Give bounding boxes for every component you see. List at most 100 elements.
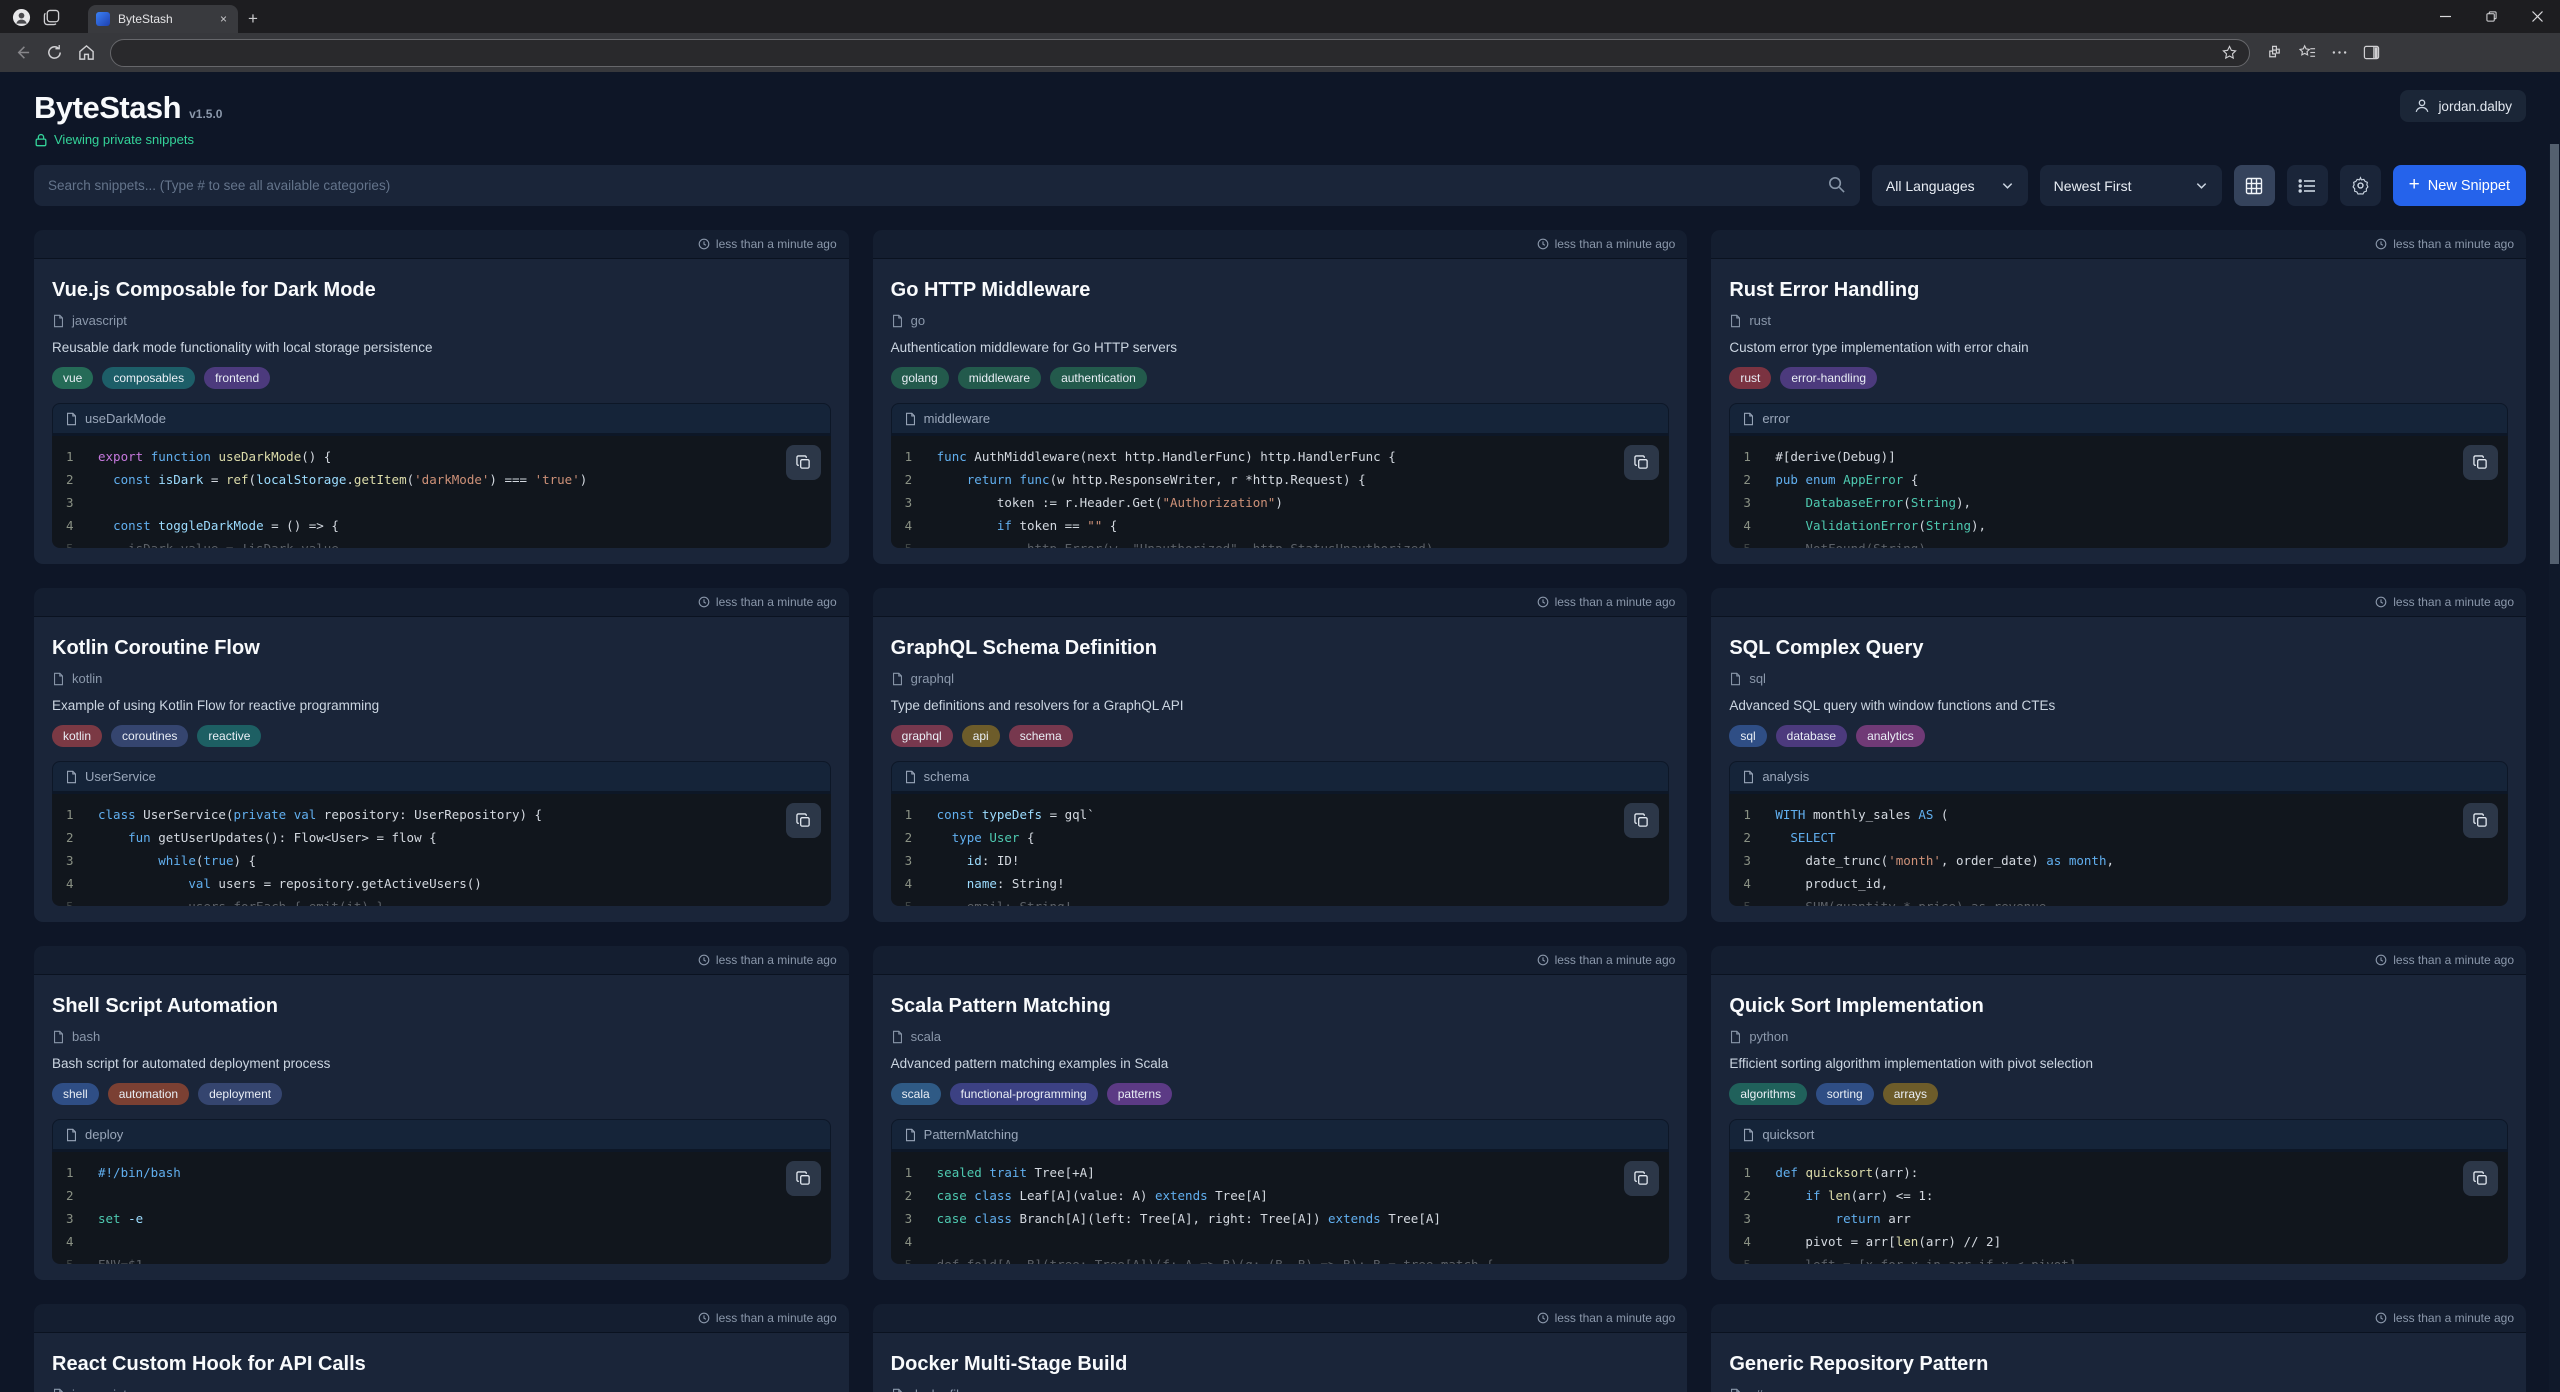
code-fragment-header[interactable]: quicksort <box>1729 1119 2508 1152</box>
tag-pill[interactable]: vue <box>52 367 93 389</box>
tag-pill[interactable]: frontend <box>204 367 270 389</box>
code-fragment-header[interactable]: analysis <box>1729 761 2508 794</box>
tag-pill[interactable]: scala <box>891 1083 941 1105</box>
window-close-button[interactable] <box>2514 0 2560 33</box>
tag-pill[interactable]: api <box>962 725 1000 747</box>
snippet-card[interactable]: less than a minute agoGraphQL Schema Def… <box>873 588 1688 922</box>
reload-button[interactable] <box>46 44 68 61</box>
grid-view-button[interactable] <box>2234 165 2275 206</box>
tag-pill[interactable]: sorting <box>1816 1083 1874 1105</box>
snippet-card[interactable]: less than a minute agoReact Custom Hook … <box>34 1304 849 1392</box>
tag-pill[interactable]: deployment <box>198 1083 282 1105</box>
clock-icon <box>2375 1312 2387 1324</box>
copy-code-button[interactable] <box>1624 803 1659 838</box>
code-preview[interactable]: 1#!/bin/bash23set -e45ENV=$1 <box>52 1152 831 1264</box>
address-bar[interactable] <box>110 39 2250 67</box>
copy-code-button[interactable] <box>1624 1161 1659 1196</box>
tag-pill[interactable]: rust <box>1729 367 1771 389</box>
code-fragment-header[interactable]: PatternMatching <box>891 1119 1670 1152</box>
code-fragment-header[interactable]: error <box>1729 403 2508 436</box>
code-line: 2 if len(arr) <= 1: <box>1743 1184 2494 1207</box>
browser-menu-icon[interactable] <box>2332 45 2347 60</box>
tab-close-icon[interactable]: × <box>217 12 230 26</box>
code-preview[interactable]: 1export function useDarkMode() {2 const … <box>52 436 831 548</box>
tag-pill[interactable]: reactive <box>197 725 261 747</box>
search-input[interactable] <box>34 165 1860 206</box>
sidebar-panel-icon[interactable] <box>2363 44 2380 61</box>
tag-pill[interactable]: arrays <box>1883 1083 1938 1105</box>
tag-pill[interactable]: kotlin <box>52 725 102 747</box>
code-fragment-header[interactable]: deploy <box>52 1119 831 1152</box>
tag-pill[interactable]: coroutines <box>111 725 188 747</box>
code-preview[interactable]: 1def quicksort(arr):2 if len(arr) <= 1:3… <box>1729 1152 2508 1264</box>
snippet-title: Shell Script Automation <box>52 995 831 1018</box>
snippet-card[interactable]: less than a minute agoDocker Multi-Stage… <box>873 1304 1688 1392</box>
snippet-card[interactable]: less than a minute agoVue.js Composable … <box>34 230 849 564</box>
window-restore-button[interactable] <box>2468 0 2514 33</box>
tag-pill[interactable]: analytics <box>1856 725 1925 747</box>
user-menu-button[interactable]: jordan.dalby <box>2400 90 2526 122</box>
new-snippet-button[interactable]: + New Snippet <box>2393 165 2526 206</box>
home-button[interactable] <box>78 44 100 61</box>
code-preview[interactable]: 1#[derive(Debug)]2pub enum AppError {3 D… <box>1729 436 2508 548</box>
code-preview[interactable]: 1func AuthMiddleware(next http.HandlerFu… <box>891 436 1670 548</box>
bookmark-star-icon[interactable] <box>2222 45 2237 60</box>
snippet-card[interactable]: less than a minute agoRust Error Handlin… <box>1711 230 2526 564</box>
copy-code-button[interactable] <box>2463 445 2498 480</box>
language-filter-dropdown[interactable]: All Languages <box>1872 165 2028 206</box>
code-preview[interactable]: 1sealed trait Tree[+A]2case class Leaf[A… <box>891 1152 1670 1264</box>
sort-order-dropdown[interactable]: Newest First <box>2040 165 2222 206</box>
code-line: 1def quicksort(arr): <box>1743 1161 2494 1184</box>
snippet-card[interactable]: less than a minute agoShell Script Autom… <box>34 946 849 1280</box>
code-line: 3 token := r.Header.Get("Authorization") <box>905 491 1656 514</box>
page-scrollbar[interactable] <box>2549 144 2560 1392</box>
tag-pill[interactable]: authentication <box>1050 367 1147 389</box>
copy-code-button[interactable] <box>2463 1161 2498 1196</box>
scrollbar-thumb[interactable] <box>2550 144 2559 564</box>
list-view-button[interactable] <box>2287 165 2328 206</box>
code-fragment-header[interactable]: middleware <box>891 403 1670 436</box>
copy-code-button[interactable] <box>786 1161 821 1196</box>
snippet-card[interactable]: less than a minute agoGeneric Repository… <box>1711 1304 2526 1392</box>
tag-pill[interactable]: functional-programming <box>950 1083 1098 1105</box>
snippet-card[interactable]: less than a minute agoGo HTTP Middleware… <box>873 230 1688 564</box>
snippet-card[interactable]: less than a minute agoKotlin Coroutine F… <box>34 588 849 922</box>
copy-code-button[interactable] <box>1624 445 1659 480</box>
code-fragment-header[interactable]: schema <box>891 761 1670 794</box>
window-minimize-button[interactable] <box>2422 0 2468 33</box>
tag-pill[interactable]: sql <box>1729 725 1766 747</box>
tag-pill[interactable]: error-handling <box>1780 367 1877 389</box>
clock-icon <box>1537 954 1549 966</box>
browser-tab[interactable]: ByteStash × <box>88 5 238 33</box>
code-line: 1#[derive(Debug)] <box>1743 445 2494 468</box>
settings-button[interactable] <box>2340 165 2381 206</box>
browser-profile-icon[interactable] <box>12 8 31 27</box>
tag-pill[interactable]: golang <box>891 367 949 389</box>
snippet-card[interactable]: less than a minute agoQuick Sort Impleme… <box>1711 946 2526 1280</box>
copy-code-button[interactable] <box>2463 803 2498 838</box>
copy-code-button[interactable] <box>786 445 821 480</box>
tag-pill[interactable]: middleware <box>958 367 1041 389</box>
new-tab-button[interactable]: + <box>238 9 268 33</box>
tag-pill[interactable]: shell <box>52 1083 99 1105</box>
workspaces-icon[interactable] <box>43 9 60 26</box>
tag-pill[interactable]: schema <box>1009 725 1073 747</box>
code-fragment-header[interactable]: UserService <box>52 761 831 794</box>
code-text: NotFound(String) <box>1775 537 1926 548</box>
code-preview[interactable]: 1WITH monthly_sales AS (2 SELECT3 date_t… <box>1729 794 2508 906</box>
tag-pill[interactable]: algorithms <box>1729 1083 1806 1105</box>
snippet-card[interactable]: less than a minute agoScala Pattern Matc… <box>873 946 1688 1280</box>
code-preview[interactable]: 1const typeDefs = gql`2 type User {3 id:… <box>891 794 1670 906</box>
code-preview[interactable]: 1class UserService(private val repositor… <box>52 794 831 906</box>
tag-pill[interactable]: patterns <box>1107 1083 1172 1105</box>
tag-pill[interactable]: graphql <box>891 725 953 747</box>
tag-pill[interactable]: automation <box>108 1083 189 1105</box>
tag-pill[interactable]: composables <box>102 367 195 389</box>
back-button[interactable] <box>14 44 36 61</box>
favorites-icon[interactable] <box>2299 44 2316 61</box>
extensions-icon[interactable] <box>2266 44 2283 61</box>
copy-code-button[interactable] <box>786 803 821 838</box>
snippet-card[interactable]: less than a minute agoSQL Complex Querys… <box>1711 588 2526 922</box>
code-fragment-header[interactable]: useDarkMode <box>52 403 831 436</box>
tag-pill[interactable]: database <box>1776 725 1847 747</box>
